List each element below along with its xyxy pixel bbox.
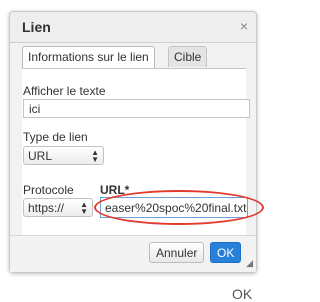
link-type-select[interactable]: URL ▲ ▼ [23,146,104,165]
protocol-select[interactable]: https:// ▲ ▼ [23,198,93,217]
dialog-title: Lien [22,19,51,35]
dialog-footer: Annuler OK ◢ [10,235,256,272]
display-text-input[interactable]: ici [23,99,250,118]
ok-button[interactable]: OK [210,242,242,263]
protocol-label: Protocole [23,183,74,197]
close-icon[interactable]: × [240,18,248,34]
select-arrows-icon: ▲ ▼ [91,148,99,164]
protocol-value: https:// [28,201,65,215]
display-text-label: Afficher le texte [23,84,106,98]
tab-link-info[interactable]: Informations sur le lien [22,46,155,69]
highlight-ellipse [94,190,264,225]
link-type-label: Type de lien [23,130,88,144]
tab-target[interactable]: Cible [168,46,208,67]
dialog-titlebar: Lien × [10,12,256,43]
background-ok-button[interactable]: OK [232,286,252,302]
link-type-value: URL [28,149,53,163]
resize-handle-icon[interactable]: ◢ [246,258,253,269]
select-arrows-icon: ▲ ▼ [80,200,88,216]
cancel-button[interactable]: Annuler [149,242,205,263]
